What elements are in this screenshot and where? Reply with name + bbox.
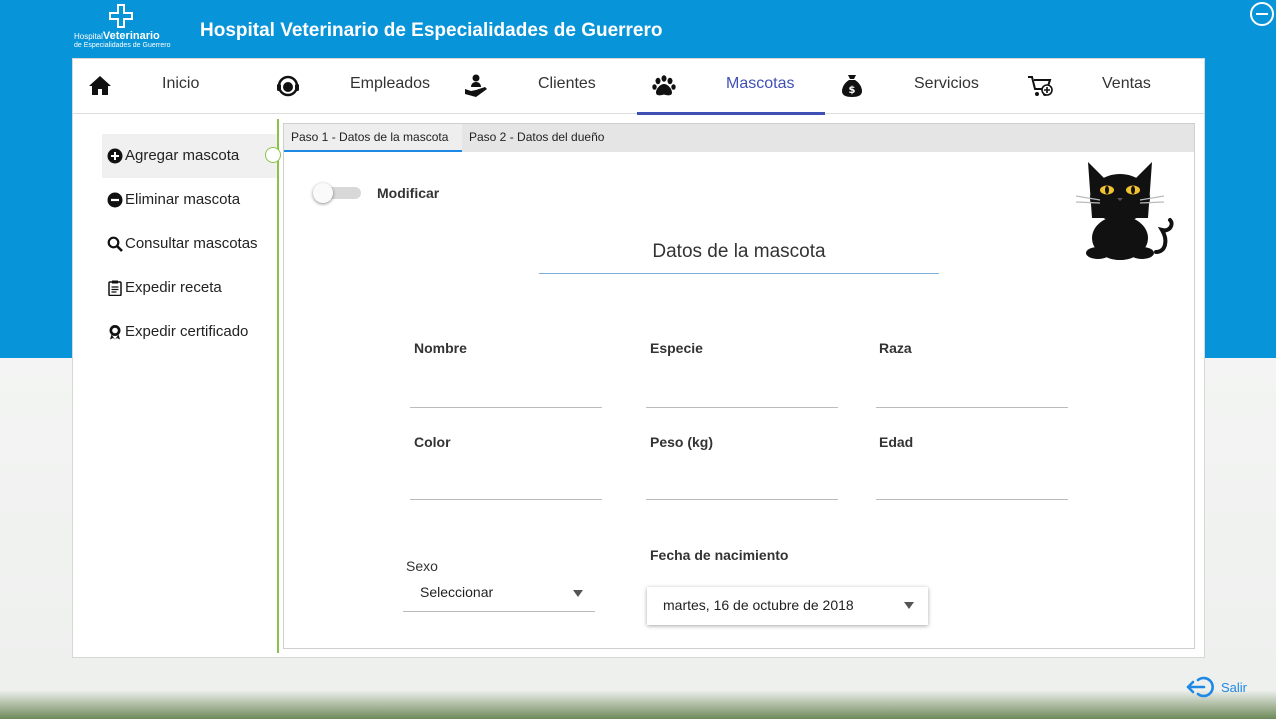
edad-label: Edad [879,434,914,450]
fecha-value: martes, 16 de octubre de 2018 [663,597,854,613]
main-card: Inicio Empleados Clientes Mascotas $ Ser… [72,58,1205,658]
medical-cross-icon [109,4,133,28]
minimize-icon[interactable] [1250,2,1274,26]
logo-text-line2: de Especialidades de Guerrero [74,42,171,49]
sidebar-item-label: Agregar mascota [125,147,240,164]
nav-item-label: Ventas [1102,75,1151,92]
svg-text:$: $ [849,85,856,96]
clipboard-icon [108,280,122,296]
tab-paso-1[interactable]: Paso 1 - Datos de la mascota [284,124,462,152]
hand-user-icon [465,74,487,97]
sidebar: Agregar mascota Eliminar mascota Consult… [73,115,279,657]
home-icon [89,76,111,95]
sexo-label: Sexo [406,558,438,574]
sidebar-item-label: Expedir receta [125,279,222,296]
logout-icon [1186,676,1214,698]
top-nav: Inicio Empleados Clientes Mascotas $ Ser… [73,59,1204,115]
nav-item-mascotas[interactable]: Mascotas [637,59,825,115]
nombre-label: Nombre [414,340,467,356]
raza-input[interactable] [876,407,1068,408]
award-icon [109,325,121,340]
nav-item-label: Servicios [914,75,979,92]
chevron-down-icon [904,602,914,609]
hospital-logo: HospitalVeterinario de Especialidades de… [74,4,172,50]
sidebar-item-expedir-receta[interactable]: Expedir receta [102,266,278,310]
logo-text-line1: HospitalVeterinario [74,30,160,42]
modificar-toggle[interactable] [313,182,363,203]
color-label: Color [414,434,451,450]
toggle-knob [313,183,333,203]
sidebar-item-agregar-mascota[interactable]: Agregar mascota [102,134,278,178]
chevron-down-icon [573,590,583,597]
black-cat-icon [1075,162,1174,260]
form-panel: Paso 1 - Datos de la mascota Paso 2 - Da… [283,123,1195,649]
headset-icon [277,75,299,97]
modificar-label: Modificar [377,185,440,201]
step-tabs: Paso 1 - Datos de la mascota Paso 2 - Da… [284,124,1194,152]
sidebar-item-label: Expedir certificado [125,323,249,340]
nav-item-label: Clientes [538,75,596,92]
logout-button[interactable]: Salir [1186,674,1256,700]
nav-item-empleados[interactable]: Empleados [261,59,449,114]
section-underline [539,273,939,274]
peso-input[interactable] [646,499,838,500]
fecha-nacimiento-picker[interactable]: martes, 16 de octubre de 2018 [647,587,928,625]
fecha-label: Fecha de nacimiento [650,547,789,563]
app-title: Hospital Veterinario de Especialidades d… [200,20,663,41]
especie-label: Especie [650,340,703,356]
sidebar-collapse-icon[interactable] [265,147,281,163]
especie-input[interactable] [646,407,838,408]
nav-item-inicio[interactable]: Inicio [73,59,261,114]
sidebar-item-eliminar-mascota[interactable]: Eliminar mascota [102,178,278,222]
money-bag-icon: $ [842,75,862,97]
nav-item-servicios[interactable]: $ Servicios [825,59,1013,114]
sidebar-divider [277,119,279,653]
tab-paso-2[interactable]: Paso 2 - Datos del dueño [469,124,619,152]
nav-item-ventas[interactable]: Ventas [1013,59,1201,114]
sidebar-item-consultar-mascotas[interactable]: Consultar mascotas [102,222,278,266]
sidebar-item-label: Consultar mascotas [125,235,258,252]
logout-label: Salir [1221,680,1248,695]
sexo-selected-value: Seleccionar [420,584,494,600]
sidebar-item-label: Eliminar mascota [125,191,241,208]
sidebar-item-expedir-certificado[interactable]: Expedir certificado [102,310,278,354]
cart-add-icon [1028,76,1053,96]
nav-item-clientes[interactable]: Clientes [449,59,637,114]
minus-circle-icon [107,192,123,208]
color-input[interactable] [410,499,602,500]
plus-circle-icon [107,148,123,164]
section-title: Datos de la mascota [652,241,826,262]
paw-icon [652,75,676,96]
nav-item-label: Empleados [350,75,431,92]
sexo-select[interactable]: Seleccionar [403,574,595,612]
nav-item-label: Mascotas [726,75,795,92]
raza-label: Raza [879,340,912,356]
nav-item-label: Inicio [162,75,200,92]
peso-label: Peso (kg) [650,434,714,450]
nombre-input[interactable] [410,407,602,408]
search-icon [107,236,123,252]
edad-input[interactable] [876,499,1068,500]
